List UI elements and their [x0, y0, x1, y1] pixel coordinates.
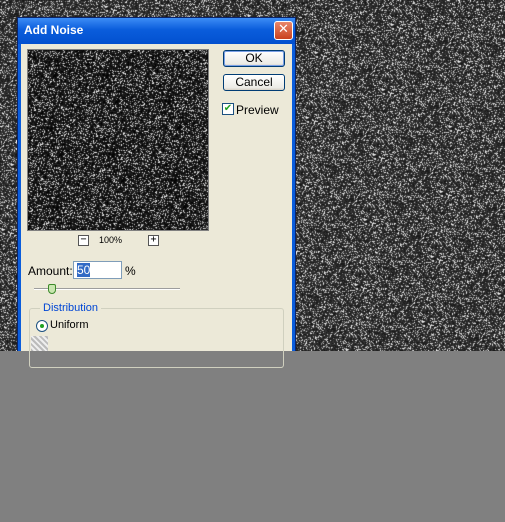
preview-window[interactable]: [27, 49, 209, 231]
distribution-group: [29, 308, 284, 368]
minus-icon: −: [80, 234, 87, 245]
radio-selected-dot: [40, 324, 44, 328]
zoom-level: 100%: [99, 235, 123, 245]
preview-label: Preview: [236, 103, 279, 117]
preview-noise-canvas: [28, 50, 208, 230]
amount-value: 50: [77, 263, 91, 277]
title-bar[interactable]: Add Noise ✕: [18, 18, 295, 44]
amount-unit: %: [125, 264, 136, 278]
uniform-label: Uniform: [50, 319, 89, 331]
ok-button[interactable]: OK: [223, 50, 285, 67]
distribution-title: Distribution: [40, 302, 102, 314]
close-icon: ✕: [278, 22, 289, 37]
amount-slider-track[interactable]: [34, 288, 180, 290]
close-button[interactable]: ✕: [274, 21, 293, 40]
zoom-out-button[interactable]: −: [78, 235, 89, 246]
zoom-in-button[interactable]: +: [148, 235, 159, 246]
cancel-button[interactable]: Cancel: [223, 74, 285, 91]
plus-icon: +: [150, 234, 157, 245]
checkmark-icon: ✔: [223, 103, 233, 114]
gray-overlay: [0, 351, 505, 522]
amount-input[interactable]: 50: [73, 261, 122, 279]
checker-artifact: [31, 336, 48, 351]
amount-slider-thumb[interactable]: [47, 284, 56, 294]
preview-checkbox[interactable]: ✔: [222, 103, 234, 115]
dialog-title: Add Noise: [24, 23, 84, 37]
amount-label: Amount:: [28, 264, 73, 278]
uniform-radio[interactable]: [36, 320, 48, 332]
